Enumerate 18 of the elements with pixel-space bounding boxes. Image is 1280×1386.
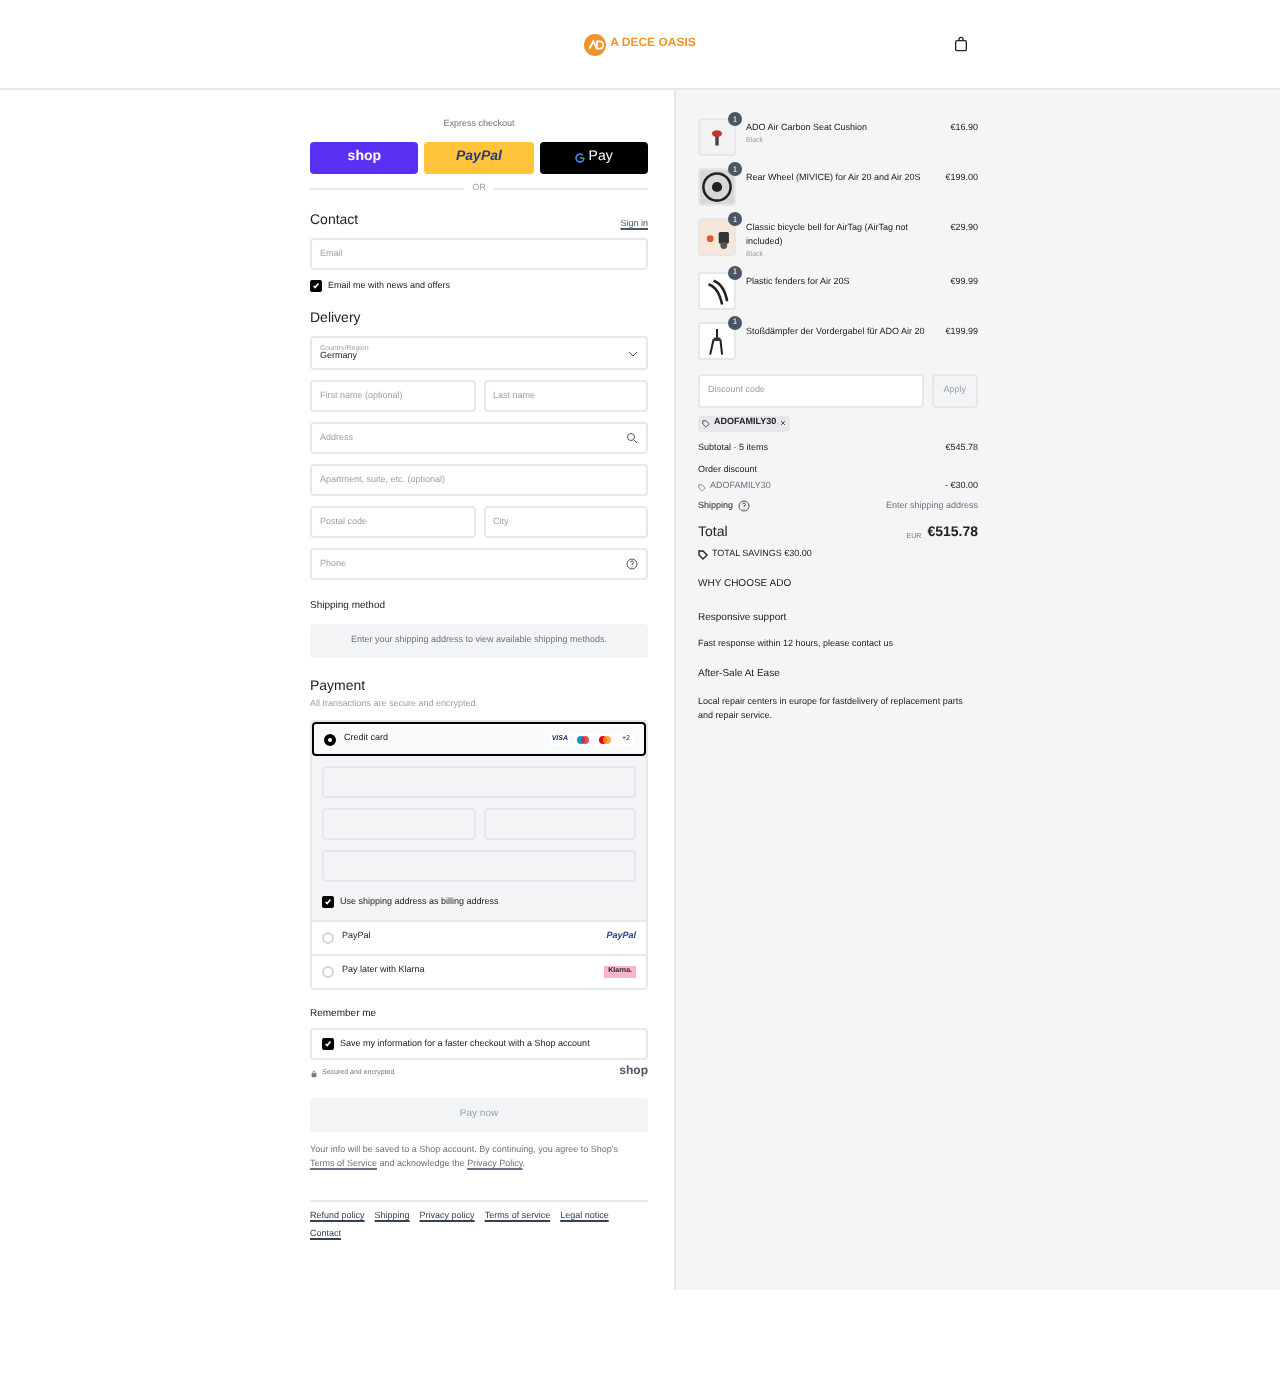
checkbox[interactable]: [322, 896, 334, 909]
checkbox[interactable]: [310, 280, 322, 293]
g-logo-icon: [574, 151, 587, 164]
radio-button[interactable]: [324, 733, 336, 745]
maestro-icon: [574, 733, 592, 745]
tag-icon: [698, 550, 708, 561]
tag-icon: [698, 483, 706, 492]
help-icon[interactable]: [626, 558, 638, 571]
help-icon[interactable]: [737, 500, 750, 513]
search-icon: [626, 432, 638, 445]
checkbox[interactable]: [322, 1038, 334, 1051]
logo-icon: [584, 33, 607, 55]
tag-icon: [702, 419, 710, 428]
shopping-bag-icon[interactable]: [954, 36, 968, 52]
lock-icon: [310, 1069, 318, 1078]
mastercard-icon: [596, 733, 614, 745]
chevron-down-icon: [628, 349, 638, 358]
close-icon[interactable]: [780, 420, 787, 427]
